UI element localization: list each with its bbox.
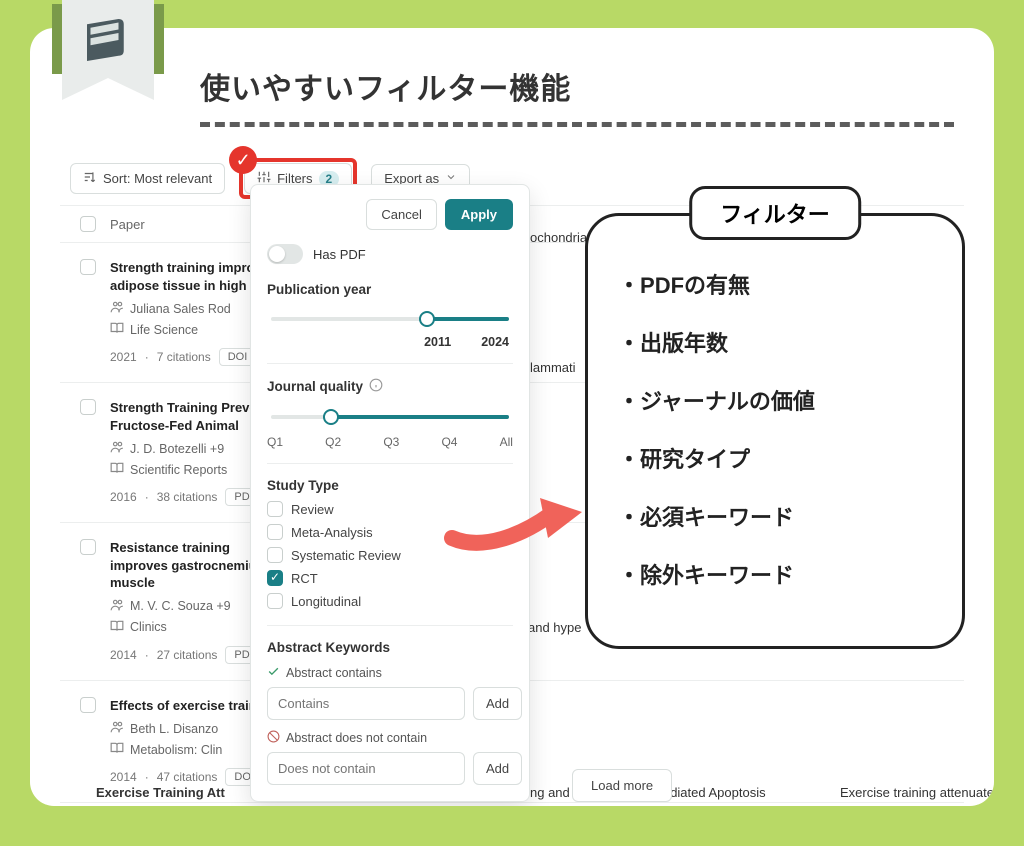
has-pdf-toggle[interactable] bbox=[267, 244, 303, 264]
study-type-row[interactable]: RCT bbox=[267, 570, 513, 586]
quality-tick: Q1 bbox=[267, 435, 283, 449]
pub-year-title: Publication year bbox=[267, 282, 513, 297]
contains-input[interactable] bbox=[267, 687, 465, 720]
info-icon[interactable] bbox=[369, 378, 383, 395]
callout-item: 除外キーワード bbox=[618, 558, 932, 590]
book-icon bbox=[110, 619, 124, 636]
not-contains-input[interactable] bbox=[267, 752, 465, 785]
callout-panel: フィルター PDFの有無出版年数ジャーナルの価値研究タイプ必須キーワード除外キー… bbox=[585, 213, 965, 649]
journal-name: Metabolism: Clin bbox=[130, 743, 222, 757]
has-pdf-label: Has PDF bbox=[313, 247, 366, 262]
pub-year-min: 2011 bbox=[424, 335, 451, 349]
sort-icon bbox=[83, 170, 97, 187]
heading-area: 使いやすいフィルター機能 bbox=[200, 64, 954, 127]
study-type-checkbox[interactable] bbox=[267, 570, 283, 586]
quality-tick: Q3 bbox=[383, 435, 399, 449]
quality-ticks: Q1 Q2 Q3 Q4 All bbox=[267, 435, 513, 449]
row-checkbox[interactable] bbox=[80, 399, 96, 415]
snippet-fragment: and hype bbox=[528, 620, 582, 635]
page-background: 使いやすいフィルター機能 Sort: Most relevant ✓ bbox=[0, 0, 1024, 846]
study-type-label: Review bbox=[291, 502, 334, 517]
study-type-checkbox[interactable] bbox=[267, 501, 283, 517]
author-name: Beth L. Disanzo bbox=[130, 722, 218, 736]
study-type-checkbox[interactable] bbox=[267, 524, 283, 540]
not-contains-add-button[interactable]: Add bbox=[473, 752, 522, 785]
not-allowed-icon bbox=[267, 730, 280, 746]
user-icon bbox=[110, 440, 124, 457]
book-icon bbox=[110, 741, 124, 758]
paper-year: 2016 bbox=[110, 490, 137, 504]
cancel-button[interactable]: Cancel bbox=[366, 199, 436, 230]
callout-item: PDFの有無 bbox=[618, 268, 932, 300]
paper-year: 2014 bbox=[110, 770, 137, 784]
journal-quality-slider[interactable] bbox=[271, 403, 509, 431]
not-contains-input-row: Add bbox=[267, 752, 513, 785]
bottom-frag-left: Exercise Training Att bbox=[96, 785, 225, 800]
pub-year-max: 2024 bbox=[481, 335, 509, 349]
journal-name: Life Science bbox=[130, 323, 198, 337]
paper-citations: 27 citations bbox=[157, 648, 218, 662]
row-checkbox[interactable] bbox=[80, 697, 96, 713]
paper-citations: 7 citations bbox=[157, 350, 211, 364]
has-pdf-row: Has PDF bbox=[267, 244, 513, 264]
callout-item: 研究タイプ bbox=[618, 442, 932, 474]
study-type-label: Meta-Analysis bbox=[291, 525, 373, 540]
author-name: J. D. Botezelli +9 bbox=[130, 442, 224, 456]
user-icon bbox=[110, 300, 124, 317]
abstract-keywords-title: Abstract Keywords bbox=[267, 640, 513, 655]
book-icon bbox=[110, 461, 124, 478]
snippet-fragment: lammati bbox=[530, 360, 576, 375]
paper-citations: 47 citations bbox=[157, 770, 218, 784]
author-name: M. V. C. Souza +9 bbox=[130, 599, 231, 613]
page-title: 使いやすいフィルター機能 bbox=[200, 64, 954, 108]
contains-input-row: Add bbox=[267, 687, 513, 720]
heading-divider bbox=[200, 122, 954, 127]
author-name: Juliana Sales Rod bbox=[130, 302, 231, 316]
select-all-checkbox[interactable] bbox=[80, 216, 96, 232]
row-checkbox[interactable] bbox=[80, 259, 96, 275]
contains-label: Abstract contains bbox=[267, 665, 513, 681]
study-type-checkbox[interactable] bbox=[267, 547, 283, 563]
row-checkbox[interactable] bbox=[80, 539, 96, 555]
paper-year: 2014 bbox=[110, 648, 137, 662]
book-ribbon-icon bbox=[62, 0, 154, 96]
callout-item: ジャーナルの価値 bbox=[618, 384, 932, 416]
pub-year-labels: 2011 2024 bbox=[267, 335, 513, 349]
study-type-label: Systematic Review bbox=[291, 548, 401, 563]
journal-name: Scientific Reports bbox=[130, 463, 227, 477]
callout-tab: フィルター bbox=[689, 186, 861, 240]
quality-tick: Q2 bbox=[325, 435, 341, 449]
journal-quality-title: Journal quality bbox=[267, 378, 513, 395]
sort-button[interactable]: Sort: Most relevant bbox=[70, 163, 225, 194]
filter-actions: Cancel Apply bbox=[267, 199, 513, 230]
load-more-button[interactable]: Load more bbox=[572, 769, 672, 802]
journal-name: Clinics bbox=[130, 620, 167, 634]
pub-year-slider[interactable] bbox=[271, 305, 509, 333]
user-icon bbox=[110, 598, 124, 615]
check-badge-icon: ✓ bbox=[229, 146, 257, 174]
callout-list: PDFの有無出版年数ジャーナルの価値研究タイプ必須キーワード除外キーワード bbox=[618, 268, 932, 590]
sort-label: Sort: Most relevant bbox=[103, 171, 212, 186]
apply-button[interactable]: Apply bbox=[445, 199, 513, 230]
book-icon bbox=[110, 321, 124, 338]
study-type-row[interactable]: Longitudinal bbox=[267, 593, 513, 609]
not-contains-label: Abstract does not contain bbox=[267, 730, 513, 746]
paper-citations: 38 citations bbox=[157, 490, 218, 504]
callout-item: 必須キーワード bbox=[618, 500, 932, 532]
contains-add-button[interactable]: Add bbox=[473, 687, 522, 720]
paper-year: 2021 bbox=[110, 350, 137, 364]
quality-tick: All bbox=[500, 435, 513, 449]
check-icon bbox=[267, 665, 280, 681]
callout-item: 出版年数 bbox=[618, 326, 932, 358]
quality-tick: Q4 bbox=[441, 435, 457, 449]
user-icon bbox=[110, 720, 124, 737]
column-paper: Paper bbox=[110, 217, 145, 232]
bottom-frag-right: Exercise training attenuates obesity-i bbox=[840, 785, 994, 800]
arrow-icon bbox=[442, 476, 592, 567]
study-type-label: Longitudinal bbox=[291, 594, 361, 609]
content-card: 使いやすいフィルター機能 Sort: Most relevant ✓ bbox=[30, 28, 994, 806]
study-type-label: RCT bbox=[291, 571, 318, 586]
study-type-checkbox[interactable] bbox=[267, 593, 283, 609]
